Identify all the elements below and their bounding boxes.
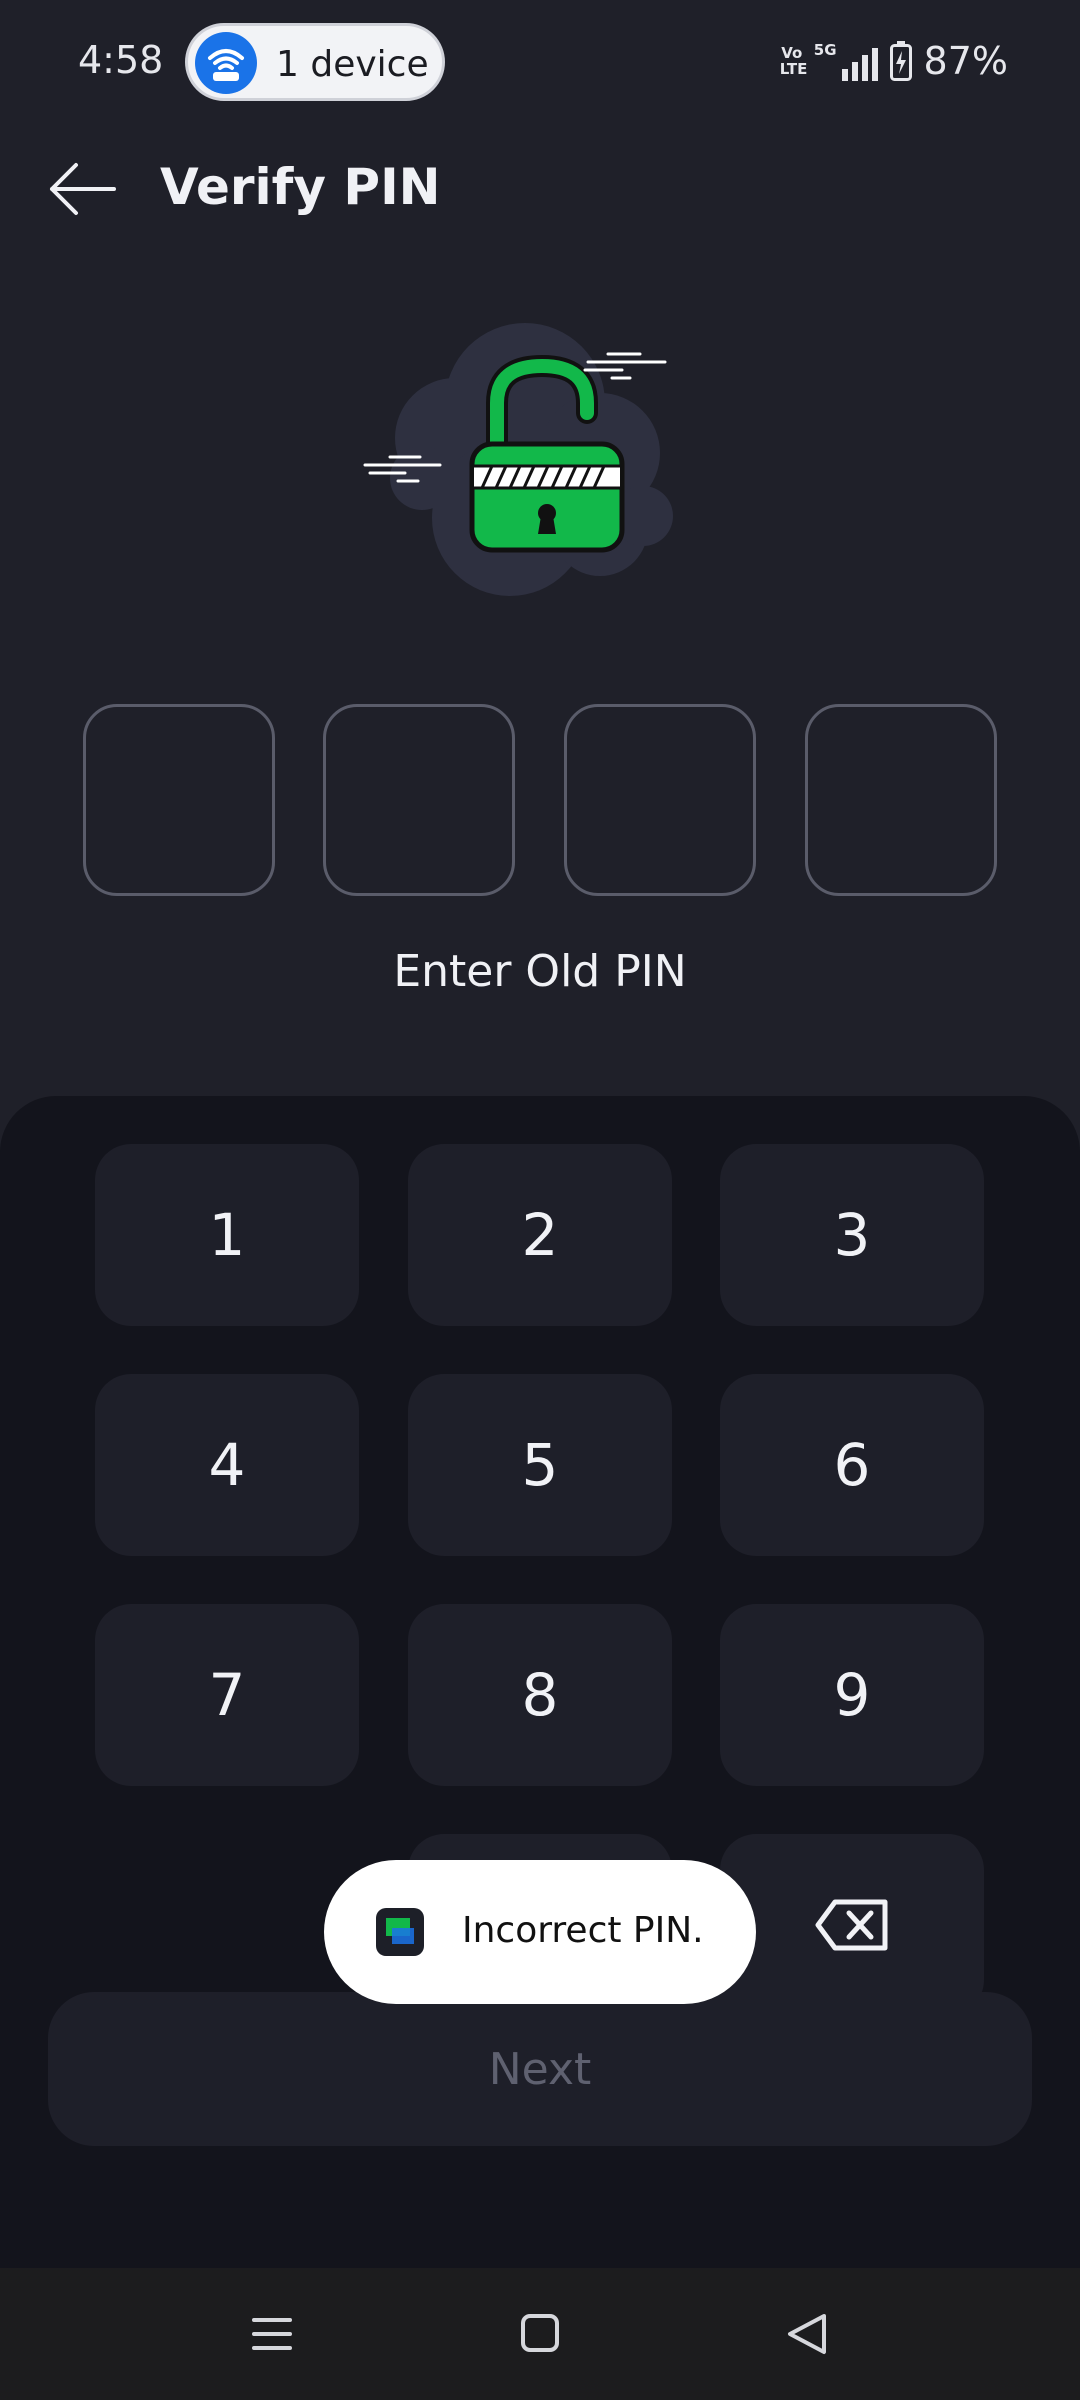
pin-digit-box-3[interactable] bbox=[564, 704, 756, 896]
key-4[interactable]: 4 bbox=[95, 1374, 359, 1556]
system-navigation-bar bbox=[0, 2268, 1080, 2400]
back-nav-button[interactable] bbox=[776, 2304, 840, 2364]
status-icons: Vo LTE 5G 87% bbox=[780, 36, 1008, 86]
home-square-icon bbox=[521, 2314, 559, 2352]
key-5[interactable]: 5 bbox=[408, 1374, 672, 1556]
key-6[interactable]: 6 bbox=[720, 1374, 984, 1556]
key-8[interactable]: 8 bbox=[408, 1604, 672, 1786]
recent-apps-button[interactable] bbox=[240, 2304, 304, 2364]
hotspot-label: 1 device bbox=[276, 44, 429, 85]
home-button[interactable] bbox=[508, 2304, 572, 2364]
arrow-left-icon bbox=[50, 163, 116, 215]
volte-icon: Vo LTE bbox=[779, 44, 808, 78]
backspace-button[interactable] bbox=[720, 1834, 984, 2016]
pin-digit-box-4[interactable] bbox=[805, 704, 997, 896]
next-button[interactable]: Next bbox=[48, 1992, 1032, 2146]
page-title: Verify PIN bbox=[160, 158, 441, 216]
status-bar: 4:58 1 device Vo LTE 5G 87% bbox=[0, 0, 1080, 124]
menu-icon bbox=[252, 2318, 292, 2350]
toast-text: Incorrect PIN. bbox=[462, 1910, 704, 1951]
pin-digit-box-2[interactable] bbox=[323, 704, 515, 896]
battery-percent: 87% bbox=[923, 39, 1008, 83]
key-7[interactable]: 7 bbox=[95, 1604, 359, 1786]
pin-input-row bbox=[83, 704, 997, 896]
back-button[interactable] bbox=[44, 158, 120, 220]
key-2[interactable]: 2 bbox=[408, 1144, 672, 1326]
unlocked-padlock-illustration bbox=[360, 318, 710, 608]
back-triangle-icon bbox=[788, 2314, 826, 2354]
hotspot-indicator[interactable]: 1 device bbox=[185, 23, 445, 101]
key-3[interactable]: 3 bbox=[720, 1144, 984, 1326]
signal-5g-icon: 5G bbox=[814, 41, 880, 81]
pin-hint-label: Enter Old PIN bbox=[393, 946, 687, 997]
status-time: 4:58 bbox=[78, 38, 164, 82]
battery-icon bbox=[889, 41, 912, 81]
toast-message: Incorrect PIN. bbox=[324, 1860, 756, 2004]
app-icon bbox=[376, 1908, 424, 1956]
key-9[interactable]: 9 bbox=[720, 1604, 984, 1786]
hotspot-icon bbox=[195, 32, 257, 94]
backspace-icon bbox=[815, 1899, 888, 1951]
key-1[interactable]: 1 bbox=[95, 1144, 359, 1326]
pin-digit-box-1[interactable] bbox=[83, 704, 275, 896]
